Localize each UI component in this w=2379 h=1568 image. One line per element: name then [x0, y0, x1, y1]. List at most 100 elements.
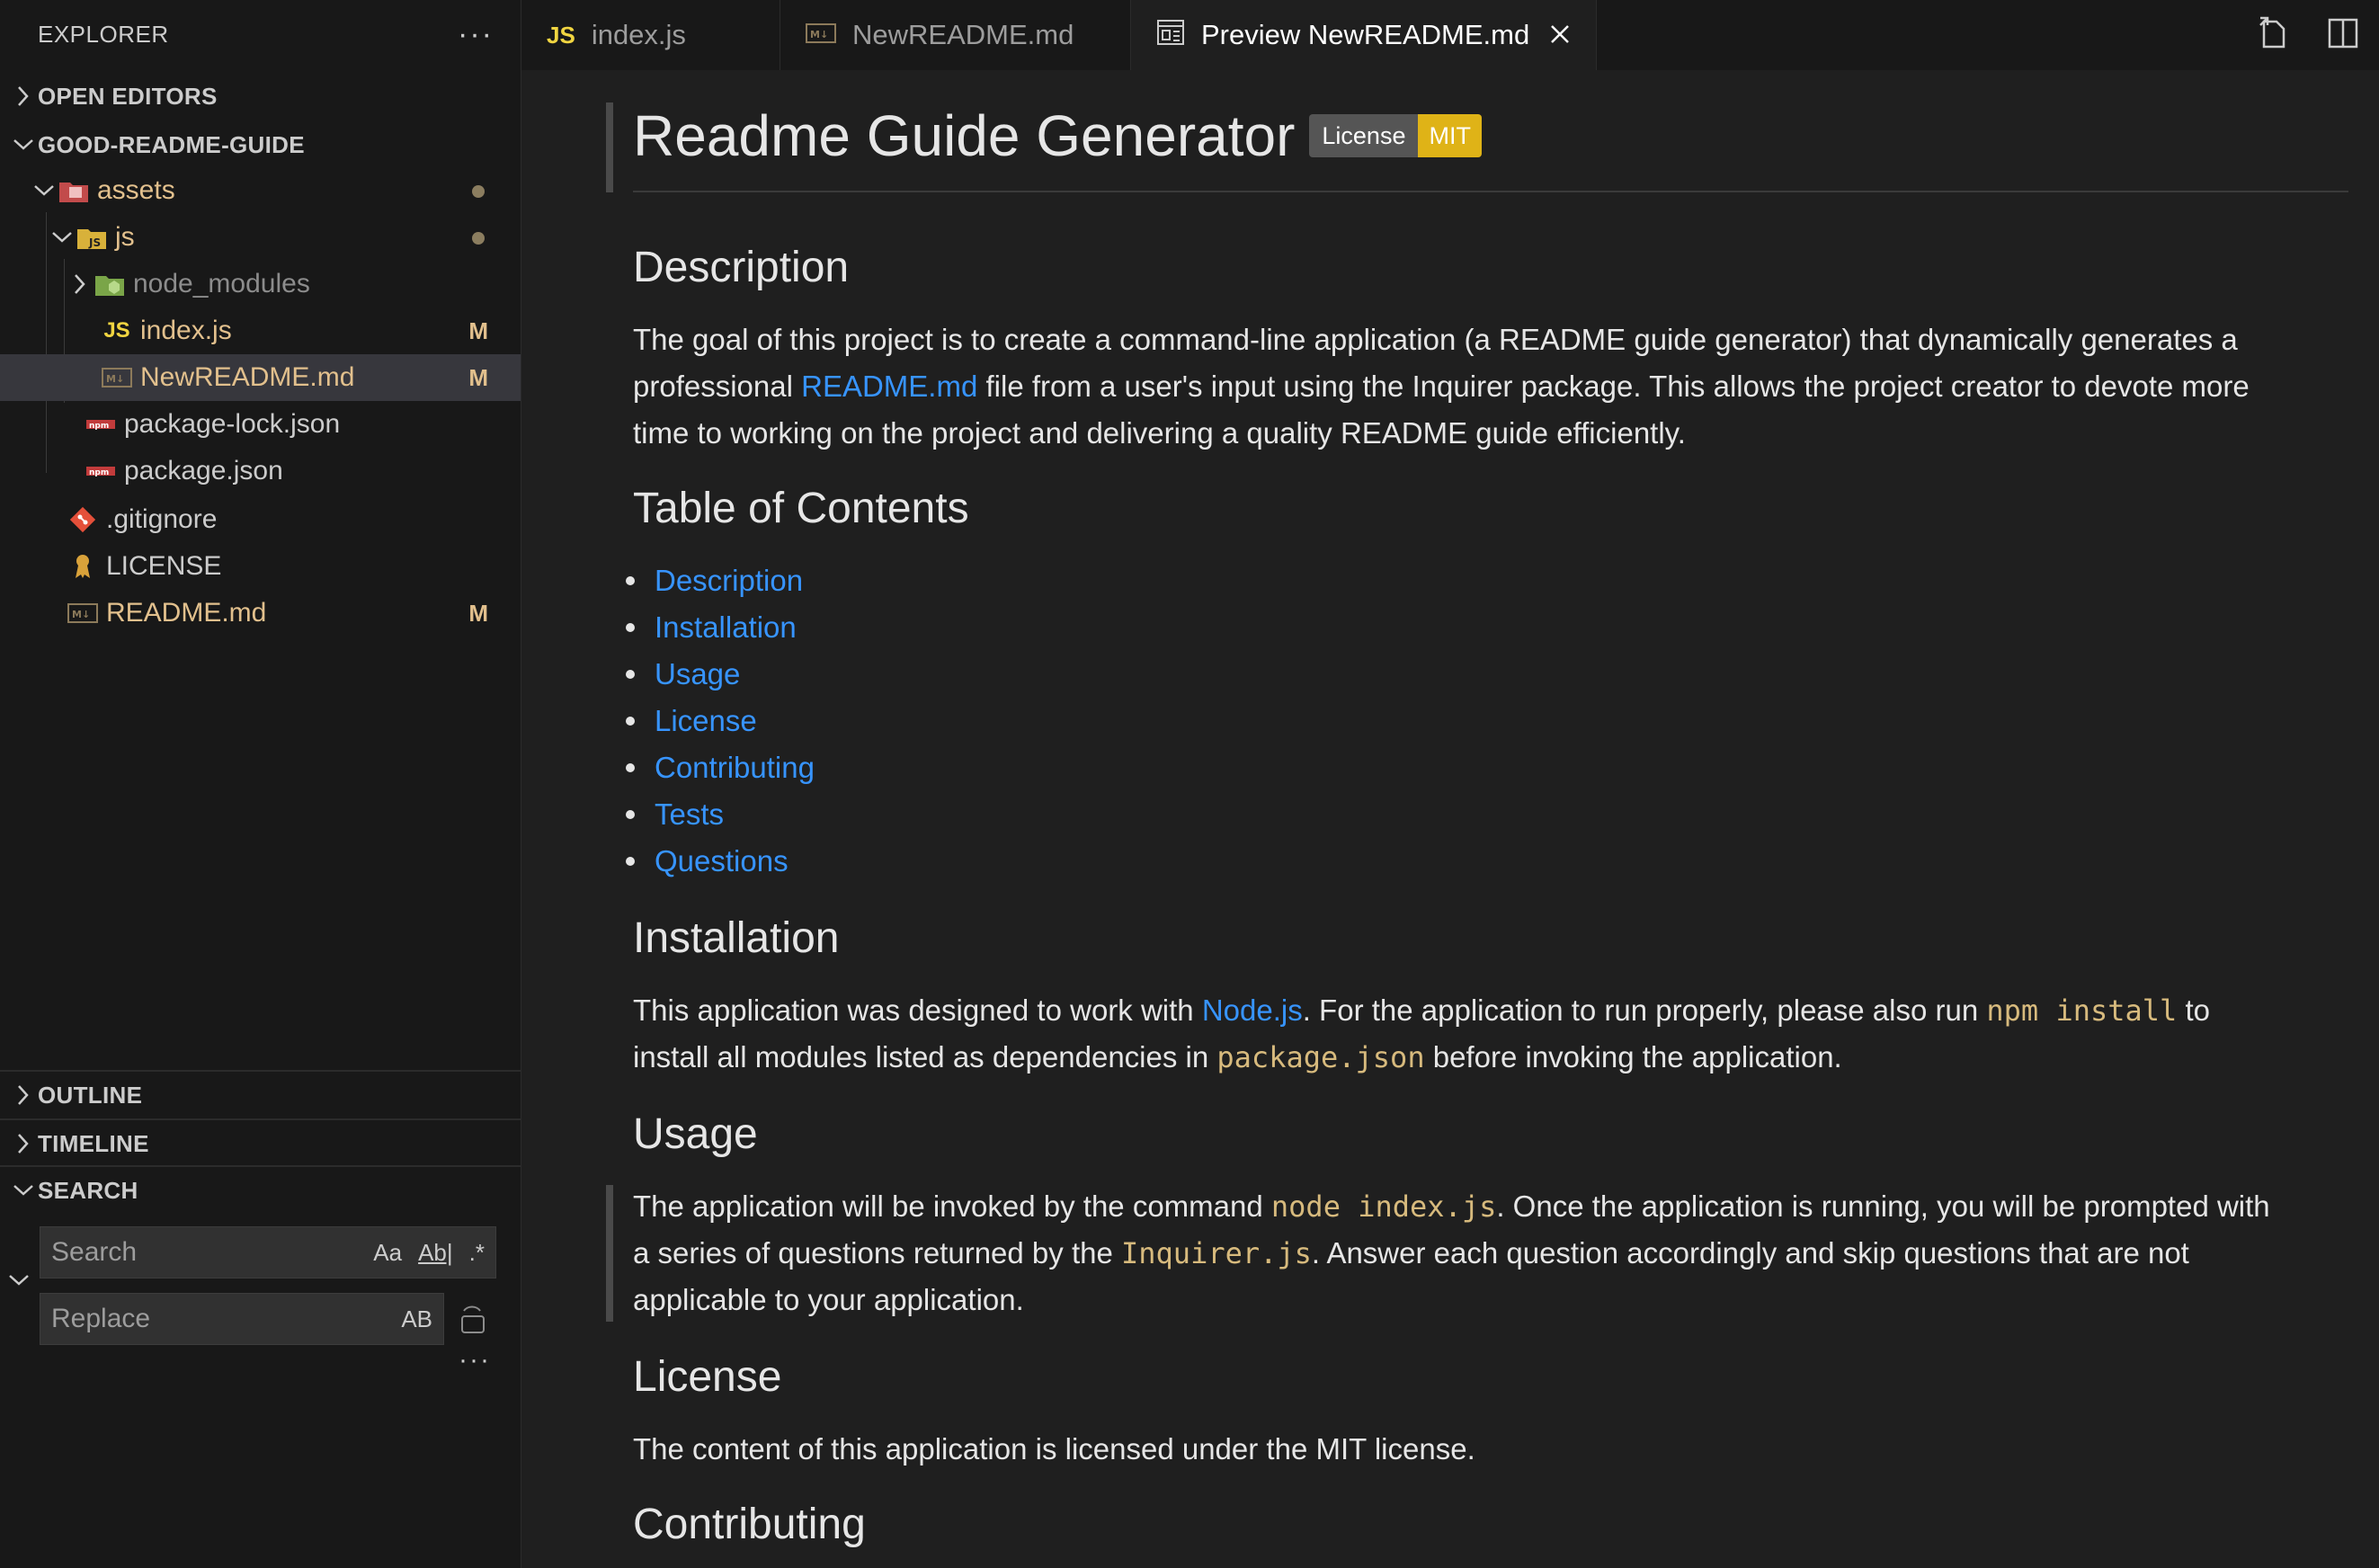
license-file-icon	[67, 552, 99, 581]
chevron-right-icon	[9, 85, 38, 108]
license-badge-value: MIT	[1418, 114, 1482, 157]
blockquote-bar	[606, 1185, 613, 1322]
tree-folder-js[interactable]: JS js	[0, 214, 521, 261]
preview-icon	[1156, 19, 1185, 52]
markdown-file-icon: M↓	[101, 363, 133, 392]
project-section[interactable]: GOOD-README-GUIDE	[0, 120, 521, 169]
toc-item: License	[655, 698, 815, 744]
svg-text:JS: JS	[88, 236, 101, 249]
open-source-icon[interactable]	[2257, 16, 2291, 55]
tab-preview-newreadme[interactable]: Preview NewREADME.md	[1131, 0, 1598, 70]
chevron-right-icon	[9, 1083, 38, 1107]
tree-folder-assets[interactable]: assets	[0, 167, 521, 214]
tree-file-gitignore[interactable]: .gitignore	[0, 496, 521, 543]
split-editor-icon[interactable]	[2327, 17, 2359, 54]
tree-label: NewREADME.md	[140, 362, 355, 392]
text: to	[2177, 993, 2210, 1027]
tree-file-package-json[interactable]: npm package.json	[0, 448, 521, 494]
js-file-icon: JS	[103, 318, 130, 343]
open-editors-section[interactable]: OPEN EDITORS	[0, 72, 521, 120]
timeline-section[interactable]: TIMELINE	[0, 1118, 521, 1167]
toc-link-usage[interactable]: Usage	[655, 657, 740, 691]
match-case-icon[interactable]: Aa	[373, 1239, 402, 1267]
tree-file-index-js[interactable]: JS index.js M	[0, 307, 521, 354]
inline-code: Inquirer.js	[1121, 1236, 1312, 1270]
toc-item: Questions	[655, 838, 815, 885]
js-file-icon: JS	[547, 21, 575, 49]
description-heading: Description	[633, 244, 850, 291]
replace-placeholder: Replace	[51, 1304, 151, 1333]
search-more-icon[interactable]: ···	[459, 1345, 491, 1376]
tree-label: README.md	[106, 598, 267, 628]
tree-file-license[interactable]: LICENSE	[0, 543, 521, 590]
outline-section[interactable]: OUTLINE	[0, 1070, 521, 1118]
tab-newreadme[interactable]: M↓ NewREADME.md	[780, 0, 1131, 70]
toc-list: Description Installation Usage License C…	[655, 557, 815, 885]
tree-label: js	[115, 222, 135, 252]
svg-text:M↓: M↓	[810, 29, 828, 40]
text: . For the application to run properly, p…	[1302, 993, 1987, 1027]
nodejs-link[interactable]: Node.js	[1202, 993, 1303, 1027]
search-input[interactable]: Search Aa Ab| .*	[40, 1226, 496, 1278]
text: before invoking the application.	[1424, 1040, 1842, 1074]
toc-link-questions[interactable]: Questions	[655, 844, 789, 878]
toc-link-installation[interactable]: Installation	[655, 610, 797, 645]
toc-item: Contributing	[655, 744, 815, 791]
editor-tab-bar: JS index.js M↓ NewREADME.md Preview NewR…	[521, 0, 2379, 70]
tab-label: Preview NewREADME.md	[1201, 19, 1530, 50]
project-label: GOOD-README-GUIDE	[38, 130, 305, 158]
installation-paragraph: This application was designed to work wi…	[633, 987, 2348, 1081]
replace-all-icon[interactable]	[459, 1304, 487, 1341]
search-section[interactable]: SEARCH	[0, 1165, 521, 1214]
text: file from a user's input using the Inqui…	[977, 370, 2250, 403]
inline-code: node index.js	[1270, 1189, 1497, 1224]
chevron-down-icon	[9, 1183, 38, 1198]
preserve-case-icon[interactable]: AB	[401, 1305, 432, 1333]
installation-line: This application was designed to work wi…	[633, 987, 2348, 1034]
text: a series of questions returned by the	[633, 1236, 1121, 1270]
search-placeholder: Search	[51, 1237, 138, 1267]
license-badge[interactable]: License MIT	[1309, 114, 1482, 157]
usage-line: a series of questions returned by the In…	[633, 1230, 2348, 1277]
tab-index-js[interactable]: JS index.js	[521, 0, 780, 70]
toc-item: Usage	[655, 651, 815, 698]
toc-link-description[interactable]: Description	[655, 564, 803, 598]
markdown-file-icon: M↓	[67, 599, 99, 628]
more-actions-icon[interactable]: ···	[458, 17, 494, 52]
tree-label: node_modules	[133, 269, 310, 298]
folder-node-icon	[94, 270, 126, 298]
explorer-sidebar: EXPLORER ··· OPEN EDITORS GOOD-README-GU…	[0, 0, 521, 1568]
modified-dot-icon	[472, 232, 485, 245]
license-badge-label: License	[1309, 114, 1419, 157]
license-heading: License	[633, 1353, 782, 1401]
tree-file-package-lock[interactable]: npm package-lock.json	[0, 401, 521, 448]
close-icon[interactable]	[1549, 18, 1571, 53]
readme-link[interactable]: README.md	[801, 370, 977, 403]
folder-assets-icon	[58, 176, 90, 205]
svg-text:npm: npm	[89, 422, 109, 431]
chevron-down-icon	[49, 231, 76, 244]
tree-label: index.js	[140, 316, 232, 345]
title-divider	[633, 191, 2348, 192]
whole-word-icon[interactable]: Ab|	[418, 1239, 453, 1267]
tree-file-newreadme[interactable]: M↓ NewREADME.md M	[0, 354, 521, 401]
chevron-down-icon	[9, 138, 38, 152]
toggle-replace-icon[interactable]	[7, 1273, 31, 1292]
tree-file-readme[interactable]: M↓ README.md M	[0, 590, 521, 637]
tree-folder-node-modules[interactable]: node_modules	[0, 261, 521, 307]
regex-icon[interactable]: .*	[469, 1239, 485, 1267]
svg-text:M↓: M↓	[106, 373, 124, 385]
toc-link-license[interactable]: License	[655, 704, 757, 738]
text: install all modules listed as dependenci…	[633, 1040, 1217, 1074]
tree-label: LICENSE	[106, 551, 222, 581]
text: The application will be invoked by the c…	[633, 1189, 1271, 1223]
toc-link-tests[interactable]: Tests	[655, 797, 724, 832]
toc-link-contributing[interactable]: Contributing	[655, 751, 815, 785]
modified-dot-icon	[472, 185, 485, 198]
readme-title: Readme Guide Generator	[633, 103, 1296, 168]
modified-badge: M	[468, 599, 488, 627]
modified-badge: M	[468, 363, 488, 391]
replace-input[interactable]: Replace AB	[40, 1293, 444, 1345]
installation-heading: Installation	[633, 914, 840, 962]
npm-file-icon: npm	[85, 410, 117, 439]
